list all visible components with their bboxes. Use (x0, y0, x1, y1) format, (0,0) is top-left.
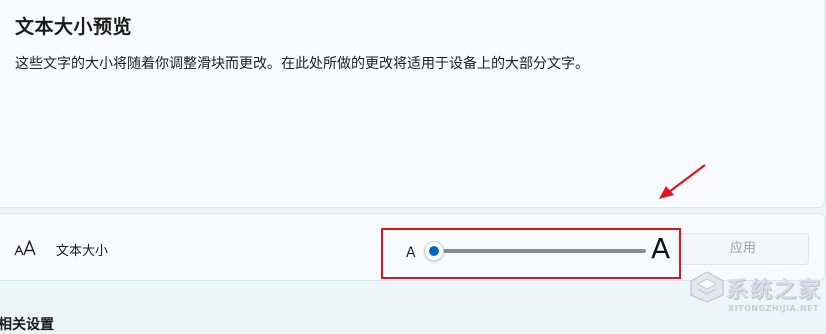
preview-title: 文本大小预览 (15, 16, 133, 38)
text-size-slider[interactable] (424, 241, 646, 261)
apply-button[interactable]: 应用 (677, 233, 809, 265)
slider-max-label: A (651, 232, 671, 265)
preview-description: 这些文字的大小将随着你调整滑块而更改。在此处所做的更改将适用于设备上的大部分文字… (15, 56, 589, 72)
text-size-preview-card: 文本大小预览 这些文字的大小将随着你调整滑块而更改。在此处所做的更改将适用于设备… (0, 0, 825, 208)
related-settings-heading: 相关设置 (0, 317, 54, 333)
text-size-setting-row: 文本大小 A A 应用 (0, 213, 825, 281)
slider-min-label: A (406, 245, 416, 261)
text-size-label: 文本大小 (56, 244, 109, 259)
text-size-icon (14, 240, 36, 256)
watermark-url: XITONGZHIJIA.NET (728, 304, 820, 313)
slider-thumb[interactable] (424, 241, 444, 261)
